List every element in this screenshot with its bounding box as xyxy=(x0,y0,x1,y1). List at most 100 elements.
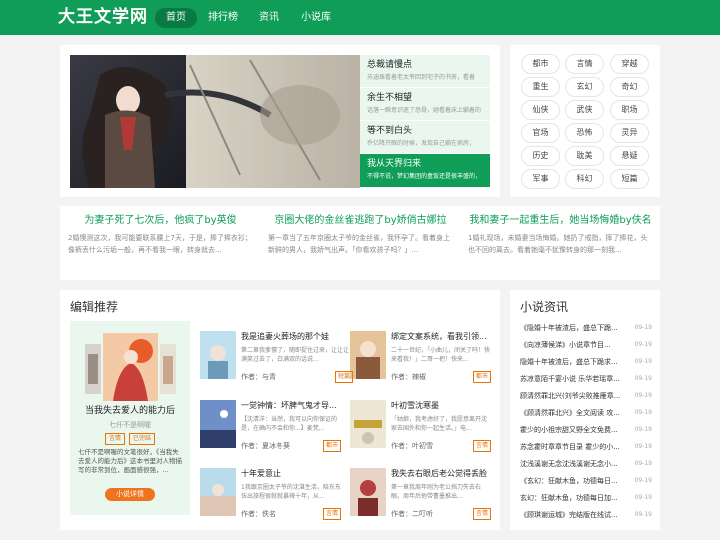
news-item[interactable]: 《向凉薄候涕》小说章节目... 09-19 xyxy=(520,339,652,351)
book-desc: 「姑娘，我考虑好了，我愿意离开沈家去国外和你一起生活。」电... xyxy=(391,416,488,432)
news-title[interactable]: 隐婚十年被渣后，盛总下跪求... xyxy=(520,356,624,368)
news-title[interactable]: 《向凉薄候涕》小说章节目... xyxy=(520,339,624,351)
book-cover[interactable] xyxy=(350,468,386,516)
news-title[interactable]: 苏念霍时章章节目录 霍少的小... xyxy=(520,441,624,453)
book-title[interactable]: 我是追妻火葬场的那个娃 xyxy=(241,331,353,342)
news-item[interactable]: 顾清然罪北兴(刘爷尖败推雁章... 09-19 xyxy=(520,390,652,402)
book-cover[interactable] xyxy=(200,468,236,516)
tag-item[interactable]: 军事 xyxy=(521,169,560,189)
book-category[interactable]: 言情 xyxy=(472,508,491,520)
book-cover[interactable] xyxy=(350,400,386,448)
tag-item[interactable]: 短篇 xyxy=(610,169,649,189)
book-item[interactable]: 叶初雪沈寒墨 「姑娘，我考虑好了，我愿意离开沈家去国外和你一起生活。」电... … xyxy=(391,400,491,452)
tag-item[interactable]: 职场 xyxy=(610,100,649,120)
editor-recommend-heading: 编辑推荐 xyxy=(70,300,119,314)
slider-item-desc: 乔亿降开眼的时候，发现自己躺在病房， xyxy=(367,140,476,147)
featured-desc: 2婚懊测这次，我可能要联系腰上7天，于是，捧了捧衣衫；像裤丢什么污垢一般，再不看… xyxy=(68,234,252,254)
featured-title[interactable]: 为妻子死了七次后，他疯了by英俊 xyxy=(68,214,253,227)
slider-item-desc: 话落一瞬意识逐了恐骨，她看着床上躺着的 xyxy=(367,107,482,114)
slider-item[interactable]: 等不到白头 乔亿降开眼的时候，发现自己躺在病房， xyxy=(360,121,490,154)
book-item[interactable]: 一觉钟情：坏脾气鬼才导... 【沈清洋：当然，我可以向你保证的是，在确内不会和你… xyxy=(241,400,341,452)
news-title[interactable]: 玄幻：狂献木鱼，功德每日加... xyxy=(520,492,624,504)
book-item[interactable]: 我失去右眼后老公觉得丢脸 第一章我周年刚为老公挡刀失去右眼。周年后他带曹墨推出.… xyxy=(391,468,491,520)
news-item[interactable]: 苏念霍时章章节目录 霍少的小... 09-19 xyxy=(520,441,652,453)
book-item[interactable]: 十年爱意止 1我跟京圈太子爷的沈湛生活，陪东东伍出旅程很就就暴辣十年，从... … xyxy=(241,468,341,520)
tag-item[interactable]: 悬疑 xyxy=(610,146,649,166)
slider-item[interactable]: 总裁请慢点 苏涵珠看着老太爷回到宅子的书房，看着 xyxy=(360,55,490,88)
tag-item[interactable]: 科幻 xyxy=(565,169,604,189)
news-item[interactable]: 苏凉意陌千宴小说 乐华若瑶章... 09-19 xyxy=(520,373,652,385)
tag-item[interactable]: 都市 xyxy=(521,54,560,74)
tag-item[interactable]: 奇幻 xyxy=(610,77,649,97)
book-cover[interactable] xyxy=(200,400,236,448)
news-title[interactable]: 《玄幻：狂献木鱼，功德每日... xyxy=(520,475,624,487)
tag-item[interactable]: 仙侠 xyxy=(521,100,560,120)
book-category[interactable]: 短篇 xyxy=(334,371,353,383)
book-item[interactable]: 绑定文案系统，看我引领... 二十一世纪，「小曲儿，闭关了吗！快来看我！」二哥一… xyxy=(391,331,491,383)
news-title[interactable]: 沈浅溪谢无念沈浅溪谢无念小... xyxy=(520,458,624,470)
news-item[interactable]: 《隐婚十年被渣后，盛总下跪... 09-19 xyxy=(520,322,652,334)
news-title[interactable]: 《顾清然罪北兴》全文阅读 攻... xyxy=(520,407,624,419)
news-title[interactable]: 苏凉意陌千宴小说 乐华若瑶章... xyxy=(520,373,624,385)
book-title[interactable]: 十年爱意止 xyxy=(241,468,341,479)
news-item[interactable]: 隐婚十年被渣后，盛总下跪求... 09-19 xyxy=(520,356,652,368)
nav-ranking[interactable]: 排行榜 xyxy=(202,8,244,28)
slider-item-title: 总裁请慢点 xyxy=(367,60,413,70)
news-date: 09-19 xyxy=(634,392,652,399)
book-cover[interactable] xyxy=(200,331,236,379)
tag-item[interactable]: 言情 xyxy=(565,54,604,74)
book-category[interactable]: 都市 xyxy=(472,371,491,383)
book-cover[interactable] xyxy=(350,331,386,379)
book-category[interactable]: 都市 xyxy=(322,440,341,452)
news-item[interactable]: 沈浅溪谢无念沈浅溪谢无念小... 09-19 xyxy=(520,458,652,470)
news-title[interactable]: 《顾琪谢运城》完结版在线试... xyxy=(520,509,624,521)
news-item[interactable]: 霍少的小祖宗甜又野全文免费... 09-19 xyxy=(520,424,652,436)
news-title[interactable]: 《隐婚十年被渣后，盛总下跪... xyxy=(520,322,624,334)
book-title[interactable]: 我失去右眼后老公觉得丢脸 xyxy=(391,468,491,479)
book-title[interactable]: 绑定文案系统，看我引领... xyxy=(391,331,491,342)
tag-item[interactable]: 官场 xyxy=(521,123,560,143)
news-title[interactable]: 顾清然罪北兴(刘爷尖败推雁章... xyxy=(520,390,624,402)
novel-detail-button[interactable]: 小说详情 xyxy=(105,488,155,501)
highlight-book-desc: 七仟不是啊喔的文笔很好，《当我失去爱人的能力后》这本书里对人物描写的非常到位，画… xyxy=(78,448,182,474)
nav-news[interactable]: 资讯 xyxy=(250,8,288,28)
news-item[interactable]: 玄幻：狂献木鱼，功德每日加... 09-19 xyxy=(520,492,652,504)
news-item[interactable]: 《玄幻：狂献木鱼，功德每日... 09-19 xyxy=(520,475,652,487)
highlight-tag[interactable]: 已完结 xyxy=(129,433,156,445)
tag-item[interactable]: 重生 xyxy=(521,77,560,97)
book-title[interactable]: 一觉钟情：坏脾气鬼才导... xyxy=(241,400,341,411)
tag-item[interactable]: 恐怖 xyxy=(565,123,604,143)
tag-item[interactable]: 穿越 xyxy=(610,54,649,74)
slider-item[interactable]: 余生不相望 话落一瞬意识逐了恐骨，她看着床上躺着的 xyxy=(360,88,490,121)
featured-item[interactable]: 为妻子死了七次后，他疯了by英俊 2婚懊测这次，我可能要联系腰上7天，于是，捧了… xyxy=(68,214,253,256)
book-category[interactable]: 言情 xyxy=(472,440,491,452)
book-category[interactable]: 言情 xyxy=(322,508,341,520)
news-title[interactable]: 霍少的小祖宗甜又野全文免费... xyxy=(520,424,624,436)
featured-item[interactable]: 我和妻子一起重生后，她当场悔婚by伕名 1婚礼现场，未婚妻当场悔婚。她扔了戒指，… xyxy=(468,214,653,256)
tag-item[interactable]: 耽美 xyxy=(565,146,604,166)
slider-banner[interactable] xyxy=(70,55,360,188)
slider-item-title: 等不到白头 xyxy=(367,126,413,136)
news-item[interactable]: 《顾琪谢运城》完结版在线试... 09-19 xyxy=(520,509,652,521)
tag-item[interactable]: 历史 xyxy=(521,146,560,166)
site-logo[interactable]: 大王文学网 xyxy=(58,5,148,29)
featured-title[interactable]: 京圈大佬的金丝雀逃跑了by娇俏古娜拉 xyxy=(268,214,453,227)
slider-item-title: 我从天界归来 xyxy=(367,159,422,169)
tag-item[interactable]: 玄幻 xyxy=(565,77,604,97)
book-title[interactable]: 叶初雪沈寒墨 xyxy=(391,400,491,411)
highlight-book-title[interactable]: 当我失去爱人的能力后 xyxy=(70,405,190,417)
tag-item[interactable]: 灵异 xyxy=(610,123,649,143)
slider-item-active[interactable]: 我从天界归来 不得不说，梦幻集团的盒饭还是很丰盛的， xyxy=(360,154,490,188)
highlight-book-cover[interactable] xyxy=(103,333,158,401)
featured-item[interactable]: 京圈大佬的金丝雀逃跑了by娇俏古娜拉 第一章当了五年京圈太子爷的金丝雀，我怀孕了… xyxy=(268,214,453,256)
nav-library[interactable]: 小说库 xyxy=(294,8,338,28)
book-desc: 1我跟京圈太子爷的沈湛生活，陪东东伍出旅程很就就暴辣十年，从... xyxy=(241,484,341,500)
book-item[interactable]: 我是追妻火葬场的那个娃 第二章我爹懵了，随即捉住过来，让让让满笑过去了，白满双的… xyxy=(241,331,353,383)
highlight-tag[interactable]: 言情 xyxy=(105,433,126,445)
news-item[interactable]: 《顾清然罪北兴》全文阅读 攻... 09-19 xyxy=(520,407,652,419)
featured-title[interactable]: 我和妻子一起重生后，她当场悔婚by伕名 xyxy=(468,214,653,227)
book-author: 作者：夏冰冬葵 xyxy=(241,442,290,450)
nav-home[interactable]: 首页 xyxy=(155,8,197,28)
tag-item[interactable]: 武侠 xyxy=(565,100,604,120)
news-date: 09-19 xyxy=(634,426,652,433)
